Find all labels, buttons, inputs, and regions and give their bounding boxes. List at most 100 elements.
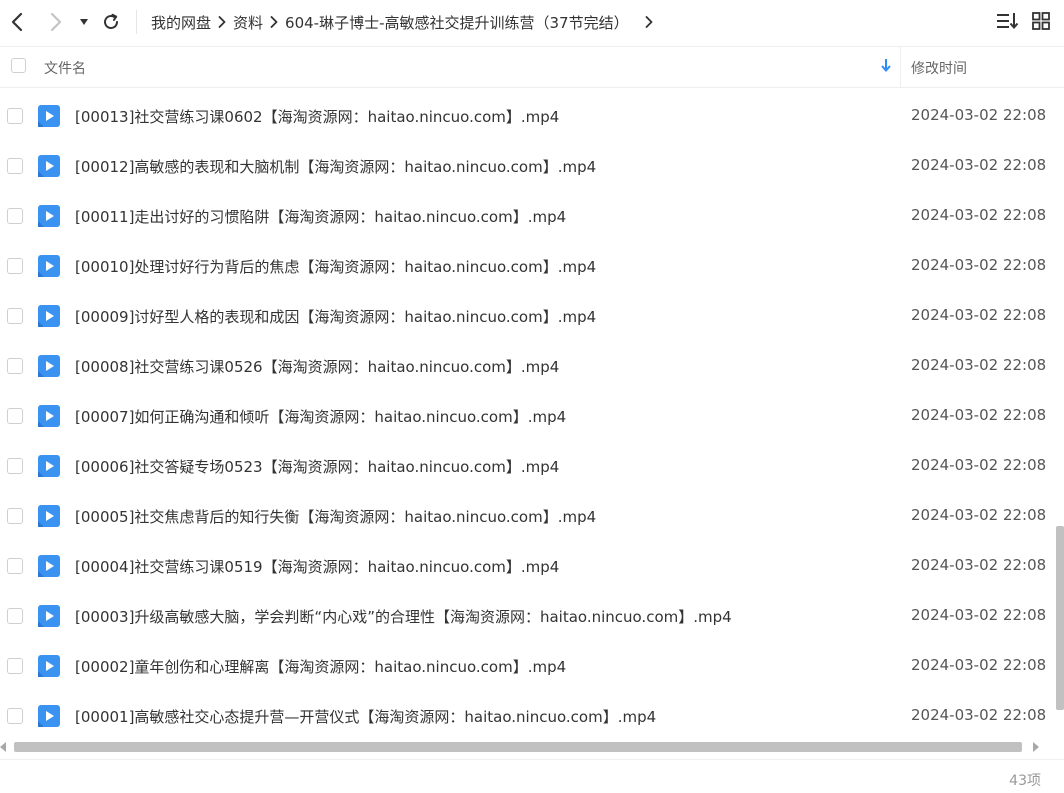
file-checkbox[interactable] bbox=[7, 308, 23, 324]
forward-button[interactable] bbox=[43, 8, 69, 36]
arrow-down-icon bbox=[881, 59, 891, 73]
vertical-scrollbar-thumb[interactable] bbox=[1056, 526, 1064, 710]
file-name[interactable]: [00006]社交答疑专场0523【海淘资源网：haitao.nincuo.co… bbox=[75, 456, 559, 477]
video-file-icon bbox=[38, 505, 60, 527]
file-modified-time: 2024-03-02 22:08 bbox=[911, 156, 1047, 174]
horizontal-scrollbar[interactable] bbox=[0, 738, 1064, 756]
breadcrumb-item-root[interactable]: 我的网盘 bbox=[151, 12, 211, 33]
file-checkbox[interactable] bbox=[7, 508, 23, 524]
file-modified-time: 2024-03-02 22:08 bbox=[911, 706, 1047, 724]
file-name[interactable]: [00004]社交营练习课0519【海淘资源网：haitao.nincuo.co… bbox=[75, 556, 559, 577]
file-row[interactable]: [00010]处理讨好行为背后的焦虑【海淘资源网：haitao.nincuo.c… bbox=[0, 241, 1050, 291]
sort-button[interactable] bbox=[996, 10, 1020, 36]
file-name[interactable]: [00001]高敏感社交心态提升营—开营仪式【海淘资源网：haitao.ninc… bbox=[75, 706, 656, 727]
video-file-icon bbox=[38, 655, 60, 677]
video-file-icon bbox=[38, 355, 60, 377]
file-name[interactable]: [00010]处理讨好行为背后的焦虑【海淘资源网：haitao.nincuo.c… bbox=[75, 256, 596, 277]
refresh-icon bbox=[104, 13, 118, 29]
chevron-right-icon bbox=[50, 12, 62, 32]
file-modified-time: 2024-03-02 22:08 bbox=[911, 456, 1047, 474]
video-file-icon bbox=[38, 305, 60, 327]
view-toggle-button[interactable] bbox=[1031, 10, 1051, 36]
video-file-icon bbox=[38, 105, 60, 127]
file-row[interactable]: [00013]社交营练习课0602【海淘资源网：haitao.nincuo.co… bbox=[0, 91, 1050, 141]
breadcrumb-item-current-folder[interactable]: 604-琳子博士-高敏感社交提升训练营（37节完结） bbox=[285, 12, 629, 33]
breadcrumb-item-materials[interactable]: 资料 bbox=[233, 12, 263, 33]
file-name[interactable]: [00012]高敏感的表现和大脑机制【海淘资源网：haitao.nincuo.c… bbox=[75, 156, 596, 177]
item-count: 43项 bbox=[1009, 773, 1041, 789]
breadcrumb-more-button[interactable] bbox=[645, 16, 653, 28]
toolbar: 我的网盘 资料 604-琳子博士-高敏感社交提升训练营（37节完结） bbox=[0, 0, 1064, 44]
video-file-icon bbox=[38, 555, 60, 577]
file-checkbox[interactable] bbox=[7, 708, 23, 724]
file-row[interactable]: [00011]走出讨好的习惯陷阱【海淘资源网：haitao.nincuo.com… bbox=[0, 191, 1050, 241]
chevron-right-icon bbox=[211, 16, 233, 28]
file-row[interactable]: [00007]如何正确沟通和倾听【海淘资源网：haitao.nincuo.com… bbox=[0, 391, 1050, 441]
footer-divider bbox=[0, 759, 1064, 760]
horizontal-scrollbar-thumb[interactable] bbox=[14, 742, 1022, 752]
file-row[interactable]: [00004]社交营练习课0519【海淘资源网：haitao.nincuo.co… bbox=[0, 541, 1050, 591]
video-file-icon bbox=[38, 255, 60, 277]
file-modified-time: 2024-03-02 22:08 bbox=[911, 256, 1047, 274]
back-button[interactable] bbox=[4, 8, 30, 36]
file-modified-time: 2024-03-02 22:08 bbox=[911, 206, 1047, 224]
file-modified-time: 2024-03-02 22:08 bbox=[911, 106, 1047, 124]
video-file-icon bbox=[38, 405, 60, 427]
file-row[interactable]: [00001]高敏感社交心态提升营—开营仪式【海淘资源网：haitao.ninc… bbox=[0, 691, 1050, 741]
video-file-icon bbox=[38, 705, 60, 727]
file-name[interactable]: [00007]如何正确沟通和倾听【海淘资源网：haitao.nincuo.com… bbox=[75, 406, 566, 427]
file-checkbox[interactable] bbox=[7, 108, 23, 124]
file-modified-time: 2024-03-02 22:08 bbox=[911, 656, 1047, 674]
column-divider[interactable] bbox=[900, 47, 901, 87]
file-modified-time: 2024-03-02 22:08 bbox=[911, 406, 1047, 424]
file-checkbox[interactable] bbox=[7, 558, 23, 574]
file-checkbox[interactable] bbox=[7, 408, 23, 424]
history-dropdown[interactable] bbox=[74, 8, 94, 36]
file-checkbox[interactable] bbox=[7, 458, 23, 474]
list-header: 文件名 修改时间 bbox=[0, 46, 1064, 88]
breadcrumb: 我的网盘 资料 604-琳子博士-高敏感社交提升训练营（37节完结） bbox=[151, 0, 653, 44]
select-all-checkbox[interactable] bbox=[11, 58, 26, 73]
file-name[interactable]: [00005]社交焦虑背后的知行失衡【海淘资源网：haitao.nincuo.c… bbox=[75, 506, 596, 527]
file-name[interactable]: [00011]走出讨好的习惯陷阱【海淘资源网：haitao.nincuo.com… bbox=[75, 206, 566, 227]
file-checkbox[interactable] bbox=[7, 608, 23, 624]
file-name[interactable]: [00013]社交营练习课0602【海淘资源网：haitao.nincuo.co… bbox=[75, 106, 559, 127]
file-name[interactable]: [00002]童年创伤和心理解离【海淘资源网：haitao.nincuo.com… bbox=[75, 656, 566, 677]
column-header-modified-time[interactable]: 修改时间 bbox=[911, 58, 967, 78]
video-file-icon bbox=[38, 155, 60, 177]
scroll-left-arrow-icon[interactable] bbox=[0, 742, 6, 752]
file-checkbox[interactable] bbox=[7, 208, 23, 224]
file-modified-time: 2024-03-02 22:08 bbox=[911, 556, 1047, 574]
file-name[interactable]: [00008]社交营练习课0526【海淘资源网：haitao.nincuo.co… bbox=[75, 356, 559, 377]
file-checkbox[interactable] bbox=[7, 158, 23, 174]
file-modified-time: 2024-03-02 22:08 bbox=[911, 356, 1047, 374]
chevron-right-icon bbox=[263, 16, 285, 28]
caret-down-icon bbox=[80, 19, 88, 25]
video-file-icon bbox=[38, 455, 60, 477]
file-list: [00013]社交营练习课0602【海淘资源网：haitao.nincuo.co… bbox=[0, 91, 1050, 741]
file-row[interactable]: [00009]讨好型人格的表现和成因【海淘资源网：haitao.nincuo.c… bbox=[0, 291, 1050, 341]
file-row[interactable]: [00012]高敏感的表现和大脑机制【海淘资源网：haitao.nincuo.c… bbox=[0, 141, 1050, 191]
file-name[interactable]: [00009]讨好型人格的表现和成因【海淘资源网：haitao.nincuo.c… bbox=[75, 306, 596, 327]
toolbar-divider bbox=[136, 10, 137, 34]
refresh-button[interactable] bbox=[98, 8, 124, 36]
file-row[interactable]: [00005]社交焦虑背后的知行失衡【海淘资源网：haitao.nincuo.c… bbox=[0, 491, 1050, 541]
file-row[interactable]: [00008]社交营练习课0526【海淘资源网：haitao.nincuo.co… bbox=[0, 341, 1050, 391]
file-checkbox[interactable] bbox=[7, 258, 23, 274]
column-header-name[interactable]: 文件名 bbox=[44, 58, 86, 78]
file-row[interactable]: [00006]社交答疑专场0523【海淘资源网：haitao.nincuo.co… bbox=[0, 441, 1050, 491]
file-modified-time: 2024-03-02 22:08 bbox=[911, 606, 1047, 624]
file-checkbox[interactable] bbox=[7, 358, 23, 374]
chevron-right-icon bbox=[645, 16, 652, 28]
video-file-icon bbox=[38, 205, 60, 227]
file-row[interactable]: [00002]童年创伤和心理解离【海淘资源网：haitao.nincuo.com… bbox=[0, 641, 1050, 691]
vertical-scrollbar[interactable] bbox=[1054, 86, 1064, 742]
sort-direction-button[interactable] bbox=[879, 57, 893, 77]
file-checkbox[interactable] bbox=[7, 658, 23, 674]
sort-list-icon bbox=[997, 13, 1019, 30]
scroll-right-arrow-icon[interactable] bbox=[1033, 742, 1039, 752]
file-name[interactable]: [00003]升级高敏感大脑，学会判断“内心戏”的合理性【海淘资源网：haita… bbox=[75, 606, 732, 627]
file-row[interactable]: [00003]升级高敏感大脑，学会判断“内心戏”的合理性【海淘资源网：haita… bbox=[0, 591, 1050, 641]
grid-view-icon bbox=[1032, 12, 1050, 30]
chevron-left-icon bbox=[11, 12, 23, 32]
